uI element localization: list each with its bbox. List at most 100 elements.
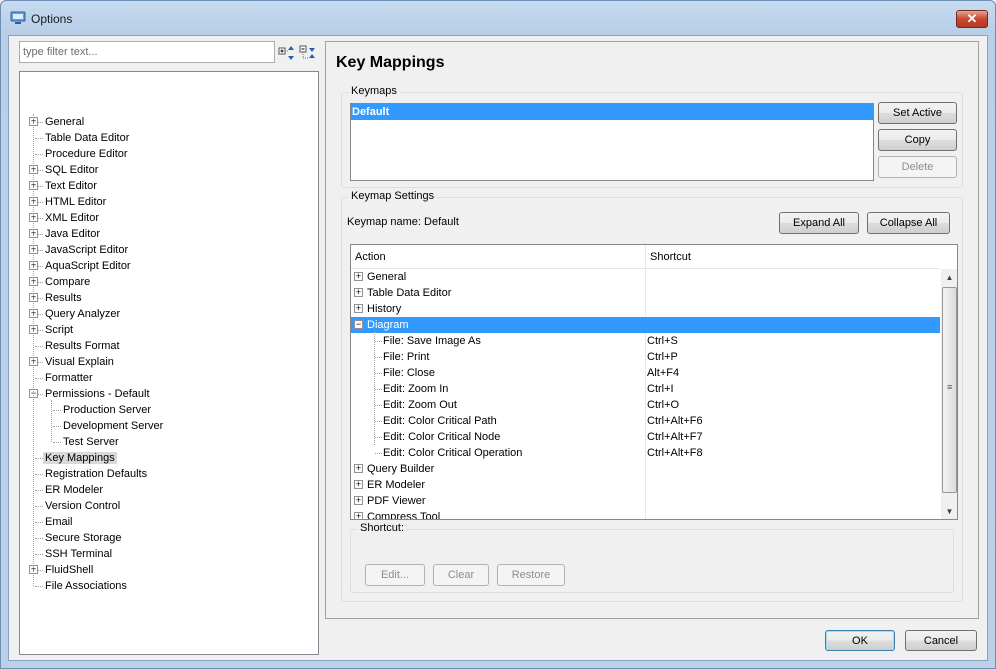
column-header-shortcut[interactable]: Shortcut: [646, 245, 940, 269]
expand-all-button[interactable]: Expand All: [779, 212, 859, 234]
expand-icon[interactable]: +: [354, 304, 363, 313]
shortcut-cell: Ctrl+Alt+F8: [647, 447, 703, 459]
table-row[interactable]: Query Builder +: [351, 461, 940, 477]
table-row[interactable]: File: Print Ctrl+P: [351, 349, 940, 365]
table-row[interactable]: Edit: Zoom Out Ctrl+O: [351, 397, 940, 413]
collapse-all-tree-icon[interactable]: [299, 44, 317, 62]
tree-item-label: Java Editor: [45, 228, 101, 240]
tree-item[interactable]: Email: [43, 514, 75, 530]
tree-item[interactable]: Key Mappings: [43, 450, 117, 466]
tree-item[interactable]: SSH Terminal: [43, 546, 114, 562]
scroll-down-icon[interactable]: ▼: [941, 503, 957, 519]
tree-item-label: Query Analyzer: [45, 308, 121, 320]
table-row[interactable]: File: Close Alt+F4: [351, 365, 940, 381]
delete-button[interactable]: Delete: [878, 156, 957, 178]
tree-item[interactable]: Java Editor: [43, 226, 102, 242]
tree-item[interactable]: Query Analyzer: [43, 306, 122, 322]
tree-connector: [35, 522, 43, 523]
tree-item[interactable]: Compare: [43, 274, 92, 290]
tree-item[interactable]: ER Modeler: [43, 482, 105, 498]
tree-item[interactable]: Test Server: [61, 434, 121, 450]
tree-item[interactable]: SQL Editor: [43, 162, 100, 178]
scroll-up-icon[interactable]: ▲: [941, 269, 957, 286]
collapse-icon[interactable]: −: [354, 320, 363, 329]
action-cell: Edit: Zoom In: [383, 383, 449, 395]
keymap-list-item[interactable]: Default: [351, 104, 873, 120]
tree-item[interactable]: Procedure Editor: [43, 146, 130, 162]
expand-icon[interactable]: +: [354, 272, 363, 281]
tree-item-label: Formatter: [45, 372, 93, 384]
copy-button[interactable]: Copy: [878, 129, 957, 151]
tree-item[interactable]: Registration Defaults: [43, 466, 149, 482]
edit-shortcut-button[interactable]: Edit...: [365, 564, 425, 586]
tree-item[interactable]: File Associations: [43, 578, 129, 594]
tree-item[interactable]: Text Editor: [43, 178, 99, 194]
keymap-list[interactable]: Default: [350, 103, 874, 181]
tree-connector: [53, 410, 61, 411]
tree-item[interactable]: Formatter: [43, 370, 95, 386]
column-header-action[interactable]: Action: [351, 245, 645, 269]
table-row[interactable]: General +: [351, 269, 940, 285]
shortcut-legend: Shortcut:: [357, 522, 408, 534]
table-row[interactable]: Table Data Editor +: [351, 285, 940, 301]
shortcut-cell: Ctrl+O: [647, 399, 680, 411]
tree-item-label: Permissions - Default: [45, 388, 150, 400]
action-cell: Edit: Color Critical Operation: [383, 447, 523, 459]
tree-connector: [375, 405, 382, 406]
scroll-thumb[interactable]: ≡: [942, 287, 957, 493]
tree-item[interactable]: Production Server: [61, 402, 153, 418]
filter-input[interactable]: [19, 41, 275, 63]
tree-item[interactable]: XML Editor: [43, 210, 101, 226]
tree-item[interactable]: Permissions - Default: [43, 386, 152, 402]
key-mappings-table[interactable]: Action Shortcut General + Table Data Edito…: [350, 244, 958, 520]
ok-button[interactable]: OK: [825, 630, 895, 651]
table-row[interactable]: History +: [351, 301, 940, 317]
set-active-button[interactable]: Set Active: [878, 102, 957, 124]
tree-item[interactable]: General: [43, 114, 86, 130]
shortcut-cell: Alt+F4: [647, 367, 680, 379]
vertical-scrollbar[interactable]: ▲ ≡ ▼: [941, 269, 957, 519]
tree-item[interactable]: Secure Storage: [43, 530, 123, 546]
restore-shortcut-button[interactable]: Restore: [497, 564, 565, 586]
tree-item[interactable]: Script: [43, 322, 75, 338]
expand-icon[interactable]: +: [354, 496, 363, 505]
tree-item-label: Procedure Editor: [45, 148, 128, 160]
tree-item[interactable]: AquaScript Editor: [43, 258, 133, 274]
tree-connector: [375, 453, 382, 454]
table-row[interactable]: Edit: Color Critical Operation Ctrl+Alt+F…: [351, 445, 940, 461]
expand-all-tree-icon[interactable]: [278, 44, 296, 62]
expand-icon[interactable]: +: [354, 464, 363, 473]
table-row[interactable]: Edit: Zoom In Ctrl+I: [351, 381, 940, 397]
action-cell: Compress Tool: [367, 511, 441, 520]
table-row[interactable]: PDF Viewer +: [351, 493, 940, 509]
table-row[interactable]: Edit: Color Critical Node Ctrl+Alt+F7: [351, 429, 940, 445]
tree-connector: [35, 138, 43, 139]
grip-icon: ≡: [947, 382, 953, 392]
keymap-name-label: Keymap name: Default: [347, 216, 459, 228]
tree-item[interactable]: Visual Explain: [43, 354, 116, 370]
table-row[interactable]: Compress Tool +: [351, 509, 940, 520]
tree-connector: [51, 400, 52, 442]
tree-item-label: Secure Storage: [45, 532, 122, 544]
options-tree[interactable]: General + Table Data Editor Procedure Edito…: [19, 71, 319, 655]
tree-item[interactable]: HTML Editor: [43, 194, 108, 210]
clear-shortcut-button[interactable]: Clear: [433, 564, 489, 586]
close-button[interactable]: ✕: [956, 10, 988, 28]
expand-icon[interactable]: +: [354, 288, 363, 297]
tree-item[interactable]: Development Server: [61, 418, 165, 434]
tree-item-label: Email: [45, 516, 73, 528]
table-row[interactable]: ER Modeler +: [351, 477, 940, 493]
tree-item[interactable]: Results: [43, 290, 84, 306]
tree-item[interactable]: Table Data Editor: [43, 130, 131, 146]
tree-item[interactable]: JavaScript Editor: [43, 242, 130, 258]
expand-icon[interactable]: +: [354, 512, 363, 519]
table-row[interactable]: Edit: Color Critical Path Ctrl+Alt+F6: [351, 413, 940, 429]
cancel-button[interactable]: Cancel: [905, 630, 977, 651]
expand-icon[interactable]: +: [354, 480, 363, 489]
tree-item[interactable]: FluidShell: [43, 562, 95, 578]
collapse-all-button[interactable]: Collapse All: [867, 212, 950, 234]
tree-item[interactable]: Version Control: [43, 498, 122, 514]
table-row[interactable]: File: Save Image As Ctrl+S: [351, 333, 940, 349]
tree-item[interactable]: Results Format: [43, 338, 122, 354]
table-row[interactable]: Diagram −: [351, 317, 940, 333]
